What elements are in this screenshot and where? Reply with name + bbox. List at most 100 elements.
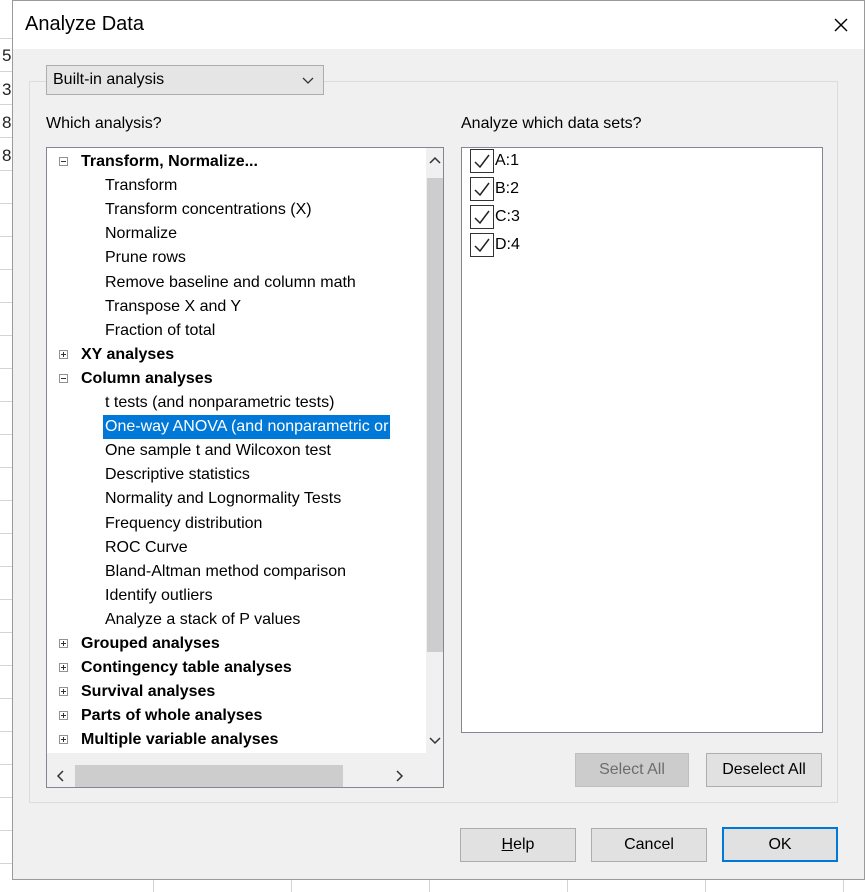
tree-item[interactable]: Normality and Lognormality Tests — [47, 487, 414, 511]
tree-item[interactable]: Descriptive statistics — [47, 463, 414, 487]
chevron-right-icon — [396, 770, 404, 782]
scroll-right-button[interactable] — [389, 765, 409, 787]
title-bar: Analyze Data — [13, 1, 864, 49]
tree-label: Bland-Altman method comparison — [105, 562, 347, 580]
tree-group[interactable]: Column analyses — [47, 367, 414, 391]
horizontal-scroll-thumb[interactable] — [75, 765, 343, 787]
deselect-all-button[interactable]: Deselect All — [706, 753, 822, 787]
tree-label: Remove baseline and column math — [105, 273, 356, 291]
scroll-down-button[interactable] — [426, 729, 443, 753]
tree-group[interactable]: XY analyses — [47, 343, 414, 367]
tree-group[interactable]: Multiple variable analyses — [47, 728, 414, 752]
tree-item[interactable]: Analyze a stack of P values — [47, 608, 414, 632]
tree-label: Frequency distribution — [105, 514, 263, 532]
vertical-scroll-thumb[interactable] — [427, 178, 443, 652]
data-set-checkbox[interactable] — [470, 205, 494, 229]
data-sets-list: A:1 B:2 C:3 D:4 — [461, 147, 823, 733]
help-button-label: elp — [513, 836, 535, 853]
checkmark-icon — [474, 154, 490, 169]
tree-item[interactable]: Remove baseline and column math — [47, 271, 414, 295]
tree-label: t tests (and nonparametric tests) — [105, 394, 335, 411]
horizontal-scrollbar[interactable] — [47, 753, 443, 787]
data-set-checkbox[interactable] — [470, 149, 494, 173]
sheet-cell-value: 8 — [2, 113, 12, 132]
collapse-icon[interactable] — [59, 373, 68, 383]
dialog-title: Analyze Data — [25, 13, 144, 35]
select-all-button[interactable]: Select All — [575, 753, 689, 787]
tree-label: Transform concentrations (X) — [105, 201, 312, 219]
data-set-label: A:1 — [495, 152, 520, 169]
chevron-left-icon — [56, 770, 64, 782]
checkmark-icon — [474, 182, 490, 197]
sheet-cell-value: 5 — [2, 46, 12, 65]
tree-group[interactable]: Grouped analyses — [47, 632, 414, 656]
scroll-up-button[interactable] — [426, 148, 443, 172]
data-set-item[interactable]: C:3 — [470, 204, 520, 230]
tree-label: Normality and Lognormality Tests — [105, 490, 342, 508]
tree-item[interactable]: Identify outliers — [47, 584, 414, 608]
tree-item[interactable]: Transpose X and Y — [47, 295, 414, 319]
tree-label: Survival analyses — [81, 683, 216, 701]
tree-label: One sample t and Wilcoxon test — [105, 442, 331, 460]
tree-label: Parts of whole analyses — [81, 707, 263, 725]
expand-icon[interactable] — [59, 663, 68, 673]
data-set-item[interactable]: B:2 — [470, 176, 519, 202]
tree-item[interactable]: One-way ANOVA (and nonparametric or — [47, 415, 414, 440]
help-button[interactable]: Help — [460, 828, 576, 862]
checkmark-icon — [474, 238, 490, 253]
chevron-down-icon — [302, 77, 314, 84]
collapse-icon[interactable] — [59, 157, 68, 166]
tree-item[interactable]: Bland-Altman method comparison — [47, 560, 414, 584]
data-set-checkbox[interactable] — [470, 177, 494, 201]
close-icon — [834, 18, 848, 32]
expand-icon[interactable] — [59, 687, 68, 697]
tree-label: Transform, Normalize... — [81, 153, 258, 170]
expand-icon[interactable] — [59, 349, 68, 359]
tree-label: ROC Curve — [105, 538, 188, 556]
tree-group[interactable]: Parts of whole analyses — [47, 704, 414, 728]
tree-label: Multiple variable analyses — [81, 731, 279, 749]
expand-icon[interactable] — [59, 639, 68, 648]
tree-label: Transpose X and Y — [105, 297, 242, 315]
data-set-item[interactable]: D:4 — [470, 232, 520, 258]
expand-icon[interactable] — [59, 711, 68, 721]
tree-label: XY analyses — [81, 345, 175, 363]
tree-label: Grouped analyses — [81, 635, 220, 652]
tree-label: Analyze a stack of P values — [105, 610, 301, 628]
analysis-tree[interactable]: Transform, Normalize... Transform Transfor… — [46, 147, 444, 788]
data-set-checkbox[interactable] — [470, 233, 494, 257]
tree-item[interactable]: Normalize — [47, 222, 414, 246]
tree-group[interactable]: Transform, Normalize... — [47, 150, 414, 174]
tree-item[interactable]: Frequency distribution — [47, 512, 414, 536]
tree-item[interactable]: Transform — [47, 174, 414, 198]
data-set-item[interactable]: A:1 — [470, 148, 519, 174]
tree-item[interactable]: Transform concentrations (X) — [47, 198, 414, 222]
tree-label: Identify outliers — [105, 586, 213, 604]
data-set-label: C:3 — [495, 208, 520, 225]
tree-item[interactable]: ROC Curve — [47, 536, 414, 560]
scrollbar-corner — [426, 751, 443, 787]
tree-item[interactable]: One sample t and Wilcoxon test — [47, 439, 414, 463]
analysis-type-value: Built-in analysis — [53, 71, 165, 88]
tree-label: Column analyses — [81, 369, 213, 387]
checkmark-icon — [474, 210, 490, 225]
data-set-label: B:2 — [495, 180, 520, 197]
scroll-left-button[interactable] — [51, 765, 71, 787]
tree-item[interactable]: Fraction of total — [47, 319, 414, 343]
analysis-type-dropdown[interactable]: Built-in analysis — [46, 65, 324, 95]
tree-group[interactable]: Contingency table analyses — [47, 656, 414, 680]
close-button[interactable] — [818, 1, 864, 49]
ok-button[interactable]: OK — [722, 827, 838, 862]
which-analysis-label: Which analysis? — [46, 115, 162, 132]
chevron-down-icon — [428, 737, 441, 745]
tree-label: Fraction of total — [105, 321, 216, 339]
tree-group[interactable]: Survival analyses — [47, 680, 414, 704]
expand-icon[interactable] — [59, 735, 68, 745]
tree-label: Prune rows — [105, 249, 186, 267]
cancel-button[interactable]: Cancel — [591, 828, 707, 862]
vertical-scrollbar[interactable] — [426, 148, 443, 753]
tree-item[interactable]: Prune rows — [47, 246, 414, 270]
tree-label: Descriptive statistics — [105, 466, 250, 484]
analyze-data-dialog: Analyze Data Built-in analysis Which ana… — [12, 0, 865, 880]
tree-item[interactable]: t tests (and nonparametric tests) — [47, 391, 414, 415]
